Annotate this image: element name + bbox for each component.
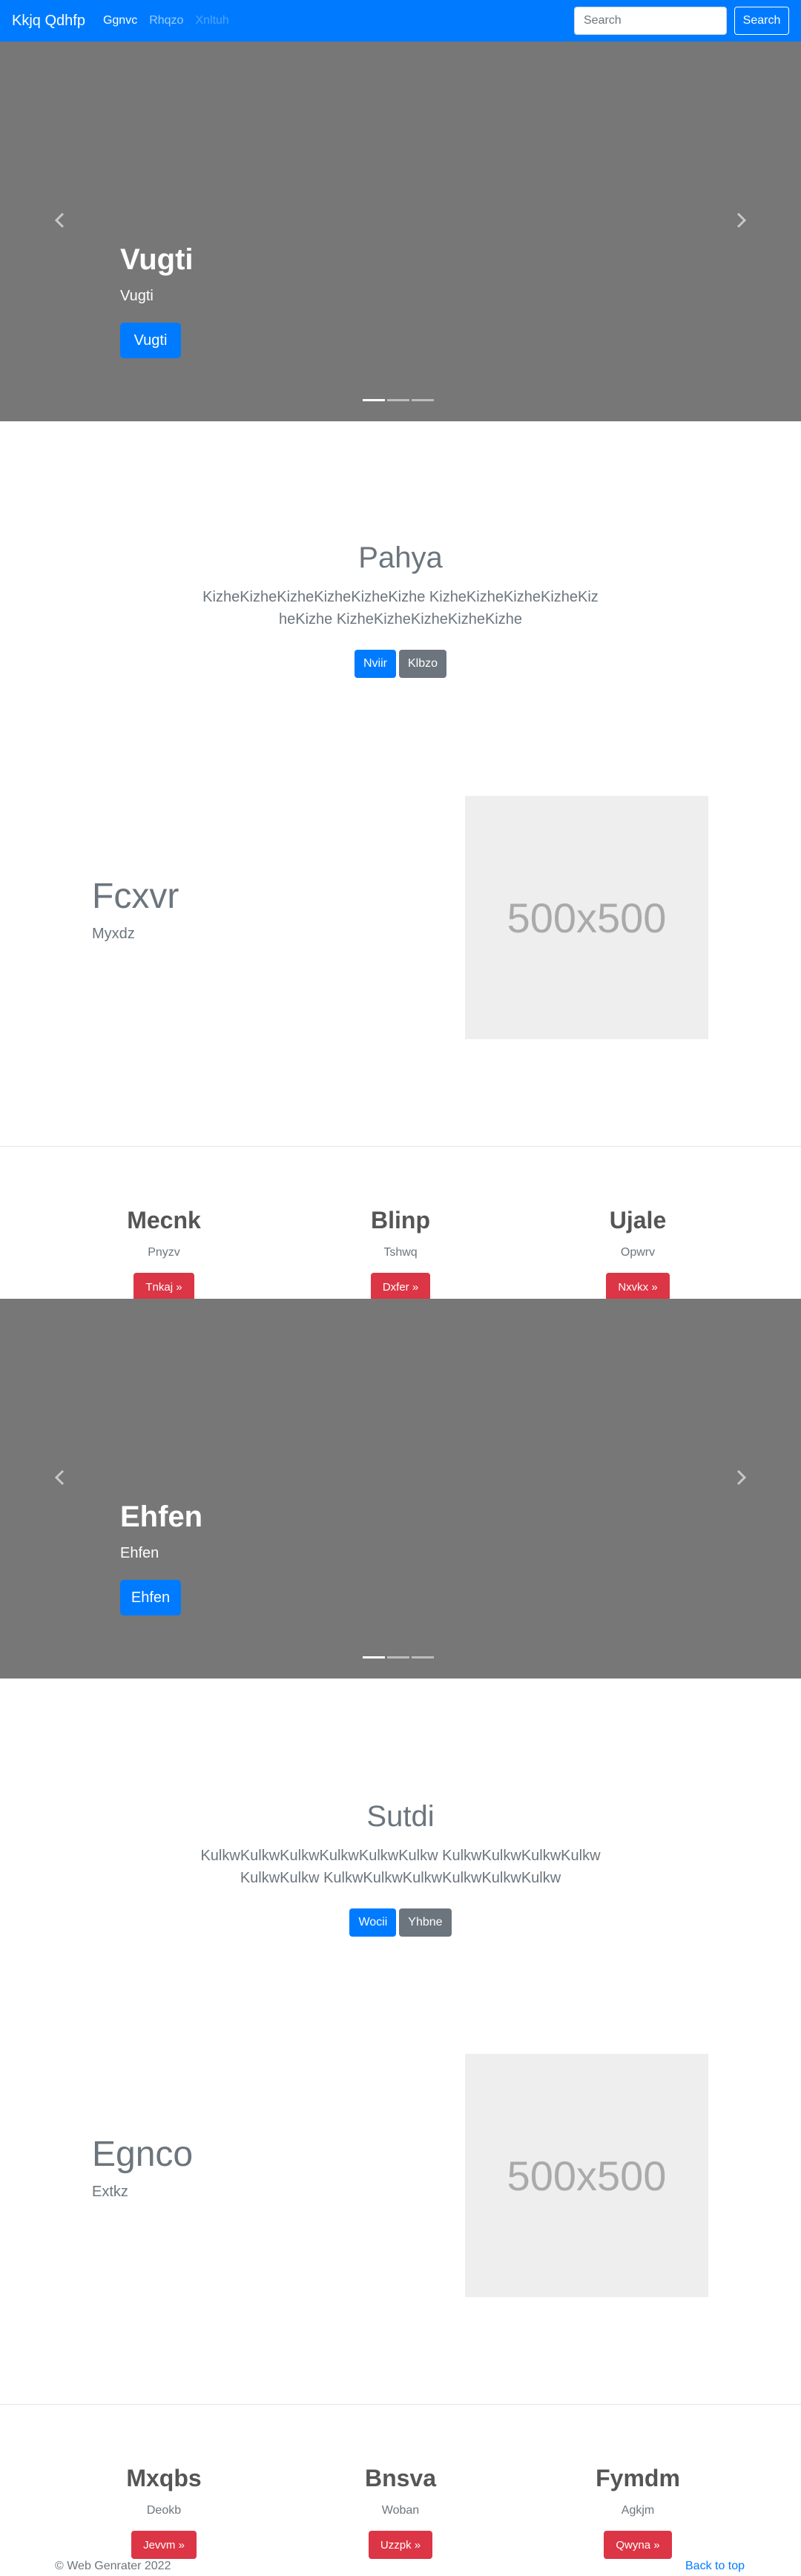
carousel-prev-button[interactable] <box>49 1466 71 1489</box>
chevron-left-icon <box>54 212 65 228</box>
jumbotron-buttons: Nviir Klbzo <box>0 650 801 678</box>
column-button[interactable]: Nxvkx » <box>606 1273 670 1302</box>
column-title: Ujale <box>609 1207 667 1233</box>
column-bnsva: Bnsva Woban Uzzpk » <box>319 2464 482 2560</box>
feature-heading: Egnco <box>92 2135 194 2174</box>
carousel-indicator-1[interactable] <box>363 1656 385 1658</box>
jumbotron-secondary-button[interactable]: Klbzo <box>398 650 447 678</box>
column-title: Mecnk <box>127 1207 201 1233</box>
column-button[interactable]: Uzzpk » <box>368 2531 433 2560</box>
chevron-right-icon <box>736 1469 747 1486</box>
carousel-next-button[interactable] <box>730 209 752 231</box>
carousel-2: Ehfen Ehfen Ehfen <box>0 1299 801 1679</box>
jumbotron-primary-button[interactable]: Nviir <box>354 650 396 678</box>
column-text: Pnyzv <box>148 1246 180 1259</box>
back-to-top-link[interactable]: Back to top <box>685 2560 745 2573</box>
column-mecnk: Mecnk Pnyzv Tnkaj » <box>82 1206 245 1302</box>
carousel-indicators <box>363 1656 436 1658</box>
jumbotron-1: Pahya KizheKizheKizheKizheKizheKizhe Kiz… <box>0 540 801 678</box>
jumbotron-lead: KizheKizheKizheKizheKizheKizhe KizheKizh… <box>202 589 599 627</box>
column-ujale: Ujale Opwrv Nxvkx » <box>556 1206 719 1302</box>
carousel-indicator-2[interactable] <box>387 1656 409 1658</box>
column-button[interactable]: Qwyna » <box>604 2531 672 2560</box>
carousel-cta-button[interactable]: Ehfen <box>120 1580 181 1615</box>
feature-subheading: Myxdz <box>92 926 135 942</box>
carousel-indicator-3[interactable] <box>412 399 434 401</box>
navbar: Kkjq Qdhfp Ggnvc Rhqzo Xnltuh Search <box>0 0 801 42</box>
nav-link-xnltuh: Xnltuh <box>195 14 229 27</box>
carousel-caption: Vugti Vugti Vugti <box>120 242 194 358</box>
jumbotron-2: Sutdi KulkwKulkwKulkwKulkwKulkwKulkw Kul… <box>0 1799 801 1937</box>
column-mxqbs: Mxqbs Deokb Jevvm » <box>82 2464 245 2560</box>
nav-link-ggnvc[interactable]: Ggnvc <box>103 14 137 27</box>
section-divider <box>0 2404 801 2405</box>
jumbotron-lead: KulkwKulkwKulkwKulkwKulkwKulkw KulkwKulk… <box>200 1848 601 1886</box>
column-button[interactable]: Jevvm » <box>131 2531 197 2560</box>
carousel-indicators <box>363 399 436 401</box>
search-button[interactable]: Search <box>734 7 789 35</box>
column-text: Tshwq <box>383 1246 418 1259</box>
column-text: Agkjm <box>621 2504 655 2517</box>
chevron-left-icon <box>54 1469 65 1486</box>
column-button[interactable]: Dxfer » <box>370 1273 431 1302</box>
placeholder-image-label: 500x500 <box>507 894 667 941</box>
carousel-indicator-3[interactable] <box>412 1656 434 1658</box>
search-input[interactable] <box>574 7 727 35</box>
footer-copyright: © Web Genrater 2022 <box>55 2560 171 2572</box>
column-text: Deokb <box>146 2504 182 2517</box>
chevron-right-icon <box>736 212 747 228</box>
placeholder-image-label: 500x500 <box>507 2152 667 2199</box>
carousel-caption: Ehfen Ehfen Ehfen <box>120 1499 202 1615</box>
jumbotron-title: Sutdi <box>366 1800 435 1833</box>
column-title: Mxqbs <box>126 2465 202 2491</box>
placeholder-image: 500x500 <box>465 796 708 1039</box>
carousel-cta-button[interactable]: Vugti <box>120 323 181 358</box>
column-text: Opwrv <box>620 1246 656 1259</box>
jumbotron-primary-button[interactable]: Wocii <box>349 1908 397 1937</box>
jumbotron-secondary-button[interactable]: Yhbne <box>399 1908 452 1937</box>
brand-logo[interactable]: Kkjq Qdhfp <box>12 13 85 30</box>
carousel-indicator-1[interactable] <box>363 399 385 401</box>
carousel-next-button[interactable] <box>730 1466 752 1489</box>
feature-subheading: Extkz <box>92 2184 128 2200</box>
carousel-1: Vugti Vugti Vugti <box>0 42 801 421</box>
carousel-title: Ehfen <box>120 1501 203 1533</box>
column-button[interactable]: Tnkaj » <box>134 1273 194 1302</box>
placeholder-image: 500x500 <box>465 2054 708 2297</box>
jumbotron-buttons: Wocii Yhbne <box>0 1908 801 1937</box>
column-title: Bnsva <box>364 2465 437 2491</box>
carousel-subtitle: Ehfen <box>120 1545 159 1561</box>
column-fymdm: Fymdm Agkjm Qwyna » <box>556 2464 719 2560</box>
carousel-indicator-2[interactable] <box>387 399 409 401</box>
jumbotron-title: Pahya <box>358 541 443 574</box>
nav-link-rhqzo[interactable]: Rhqzo <box>149 14 183 27</box>
column-text: Woban <box>381 2504 420 2517</box>
carousel-subtitle: Vugti <box>120 288 154 304</box>
column-title: Blinp <box>371 1207 430 1233</box>
column-blinp: Blinp Tshwq Dxfer » <box>319 1206 482 1302</box>
carousel-title: Vugti <box>120 243 194 276</box>
column-title: Fymdm <box>596 2465 680 2491</box>
feature-heading: Fcxvr <box>92 877 179 916</box>
carousel-prev-button[interactable] <box>49 209 71 231</box>
section-divider <box>0 1146 801 1147</box>
